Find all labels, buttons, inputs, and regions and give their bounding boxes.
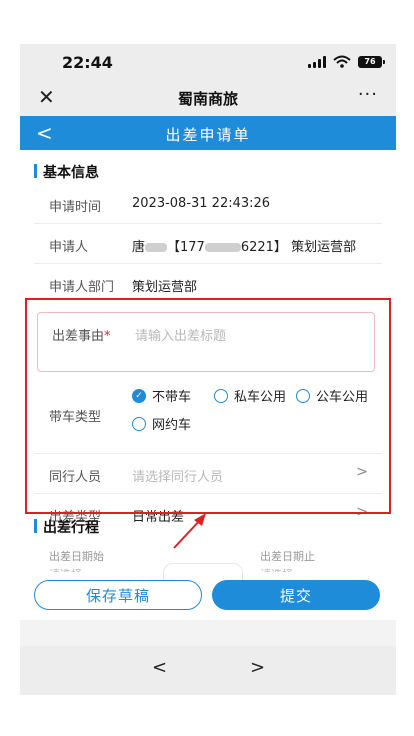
applicant-phone-prefix: 【177 <box>167 240 205 255</box>
page-title: 出差申请单 <box>165 126 251 144</box>
app-title: 蜀南商旅 <box>177 90 238 108</box>
bottom-tab-notch <box>163 563 243 581</box>
back-arrow-icon[interactable]: < <box>152 657 167 678</box>
signal-icon <box>308 55 326 68</box>
applicant-dept: 策划运营部 <box>291 240 357 255</box>
nav-bar: < 出差申请单 <box>20 116 396 150</box>
applicant-name: 唐 <box>132 240 146 255</box>
dept-label: 申请人部门 <box>49 280 115 295</box>
action-bar: 保存草稿 提交 <box>20 580 396 620</box>
submit-button[interactable]: 提交 <box>212 580 380 610</box>
status-icons: 76 <box>308 55 385 68</box>
app-bar: ✕ 蜀南商旅 ··· <box>20 78 396 116</box>
apply-time-row: 申请时间 2023-08-31 22:43:26 <box>34 184 382 224</box>
apply-time-label: 申请时间 <box>49 200 102 215</box>
apply-time-value: 2023-08-31 22:43:26 <box>132 196 271 211</box>
annotation-highlight-box <box>25 298 391 514</box>
trip-start-input[interactable]: 请选择 <box>49 566 82 572</box>
browser-nav-bar: < > <box>20 646 396 695</box>
dept-value: 策划运营部 <box>132 280 198 295</box>
battery-icon: 76 <box>358 55 385 68</box>
status-bar: 22:44 76 <box>20 44 396 78</box>
redaction-blur <box>204 243 241 252</box>
redaction-blur <box>145 243 168 252</box>
applicant-row: 申请人 唐 【177 6221】 策划运营部 <box>34 224 382 264</box>
trip-end-label: 出差日期止 <box>260 550 315 563</box>
itinerary-title: 出差行程 <box>34 517 99 537</box>
applicant-phone-suffix: 6221】 <box>240 240 287 255</box>
basic-info-title: 基本信息 <box>34 162 99 182</box>
trip-start-label: 出差日期始 <box>49 550 104 563</box>
more-icon[interactable]: ··· <box>358 84 378 105</box>
status-time: 22:44 <box>62 53 113 72</box>
trip-end-input[interactable]: 请选择 <box>260 566 293 572</box>
forward-arrow-icon[interactable]: > <box>250 657 265 678</box>
save-draft-button[interactable]: 保存草稿 <box>34 580 202 610</box>
applicant-value: 唐 【177 6221】 策划运营部 <box>132 236 356 255</box>
annotation-arrow-icon <box>173 513 206 549</box>
applicant-label: 申请人 <box>49 240 89 255</box>
wifi-icon <box>333 55 351 68</box>
